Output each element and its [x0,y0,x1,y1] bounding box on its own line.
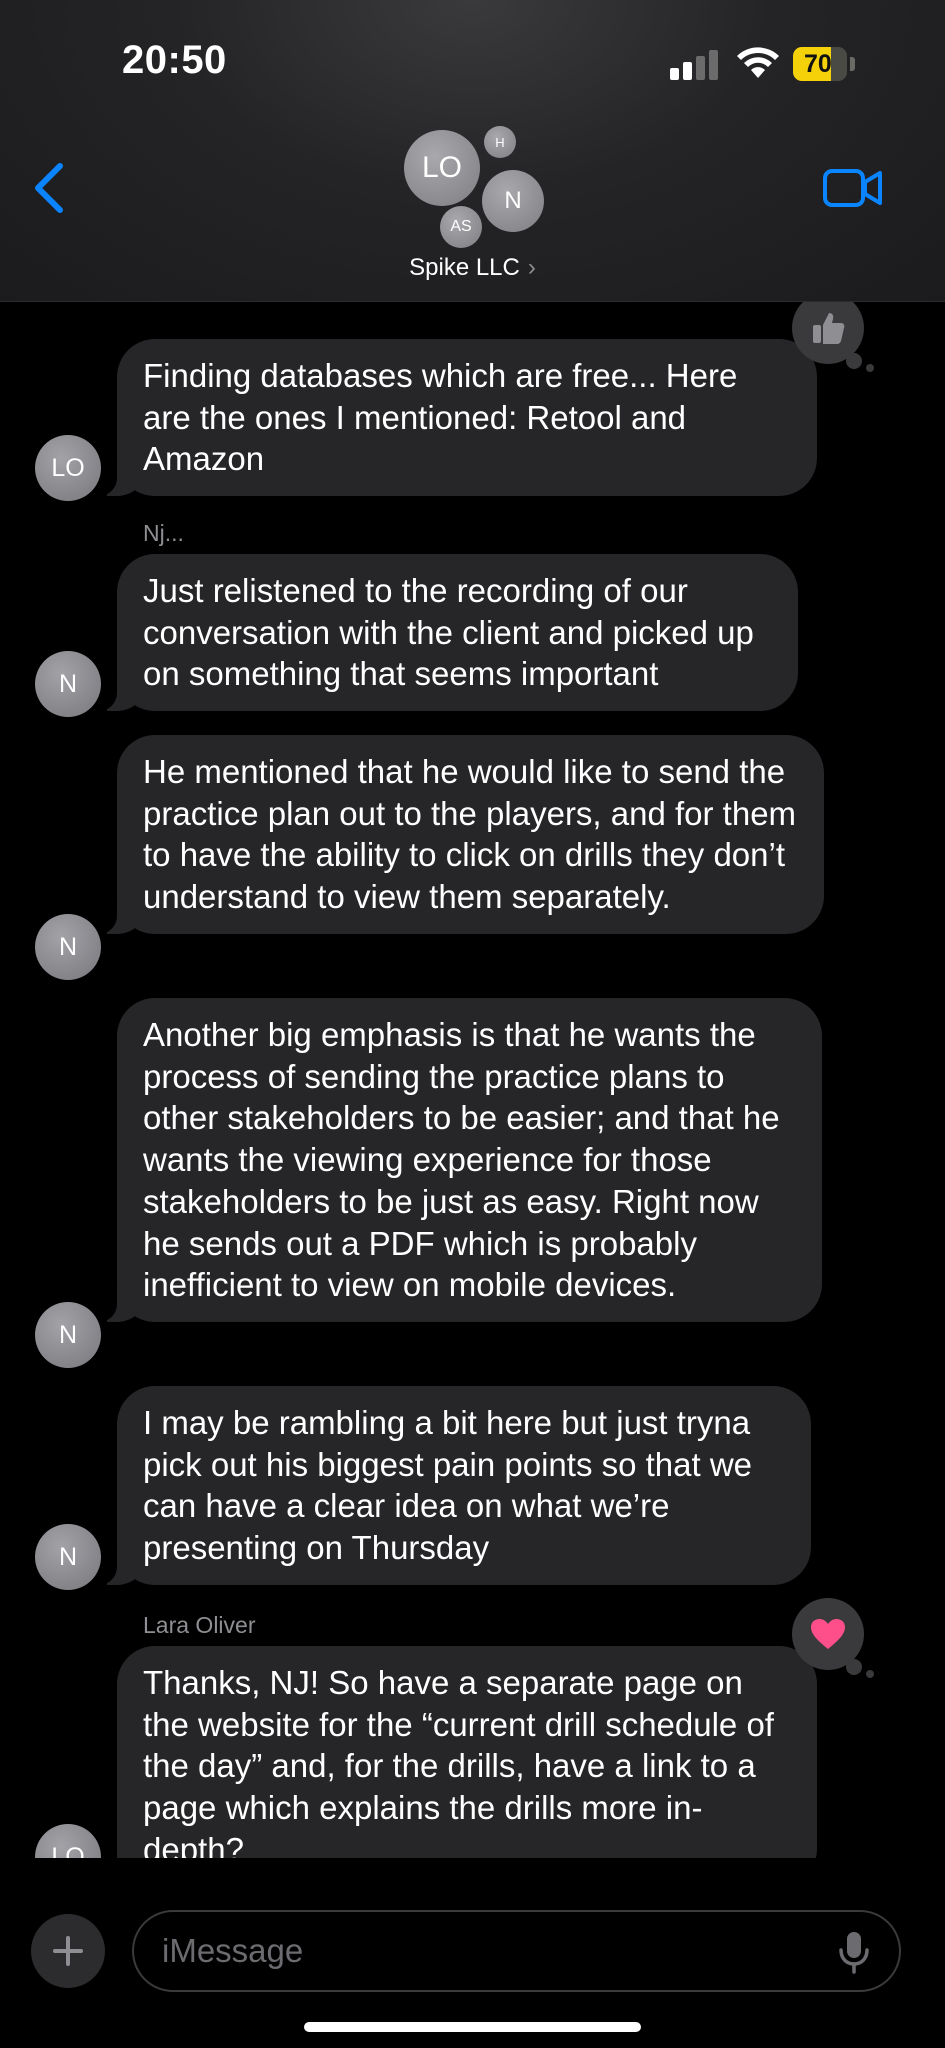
message-text: Finding databases which are free... Here… [143,357,738,478]
sender-avatar[interactable]: LO [35,1824,101,1858]
sender-avatar[interactable]: N [35,914,101,980]
message-thread[interactable]: Finding databases which are free... Here… [0,302,945,1858]
message-bubble[interactable]: He mentioned that he would like to send … [95,735,824,934]
conversation-header: 20:50 70 LO H N AS Spike LLC › [0,0,945,302]
message-text: Another big emphasis is that he wants th… [143,1016,780,1304]
group-avatar-cluster[interactable]: LO H N AS [400,126,550,252]
message-bubble[interactable]: Just relistened to the recording of our … [95,554,798,712]
chevron-left-icon[interactable] [30,160,70,216]
message-bubble[interactable]: Finding databases which are free... Here… [95,339,817,497]
apps-plus-button[interactable] [31,1914,105,1988]
message-bubble[interactable]: Thanks, NJ! So have a separate page on t… [95,1646,817,1858]
message-text: He mentioned that he would like to send … [143,753,797,916]
message-text: I may be rambling a bit here but just tr… [143,1404,753,1567]
video-camera-icon[interactable] [822,166,884,210]
home-indicator [304,2022,641,2032]
message-text: Just relistened to the recording of our … [143,572,754,693]
message-text: Thanks, NJ! So have a separate page on t… [143,1664,774,1858]
sender-avatar[interactable]: N [35,1524,101,1590]
sender-name: Lara Oliver [143,1612,256,1638]
sender-name: Nj... [143,520,184,546]
sender-avatar[interactable]: N [35,1302,101,1368]
message-composer: iMessage [0,1858,945,2048]
microphone-icon[interactable] [836,1930,872,1974]
wifi-icon [737,47,779,78]
battery-nub [850,57,855,71]
participant-avatar-as: AS [440,206,482,248]
imessage-input[interactable]: iMessage [132,1910,901,1992]
tapback-tail [866,1670,874,1678]
tapback-tail [866,364,874,372]
participant-avatar-h: H [484,126,516,158]
battery-icon: 70 [793,47,847,81]
chevron-right-icon: › [527,254,536,281]
participant-avatar-n: N [482,170,544,232]
battery-percent: 70 [804,50,832,78]
message-bubble[interactable]: Another big emphasis is that he wants th… [95,998,822,1322]
group-name: Spike LLC [409,254,520,281]
cellular-signal-icon [670,50,718,80]
group-name-button[interactable]: Spike LLC › [0,254,945,282]
message-bubble[interactable]: I may be rambling a bit here but just tr… [95,1386,811,1585]
participant-avatar-lo: LO [404,130,480,206]
sender-avatar[interactable]: N [35,651,101,717]
status-time: 20:50 [122,38,227,82]
plus-icon [53,1936,83,1966]
sender-avatar[interactable]: LO [35,435,101,501]
heart-icon[interactable] [792,1598,864,1670]
